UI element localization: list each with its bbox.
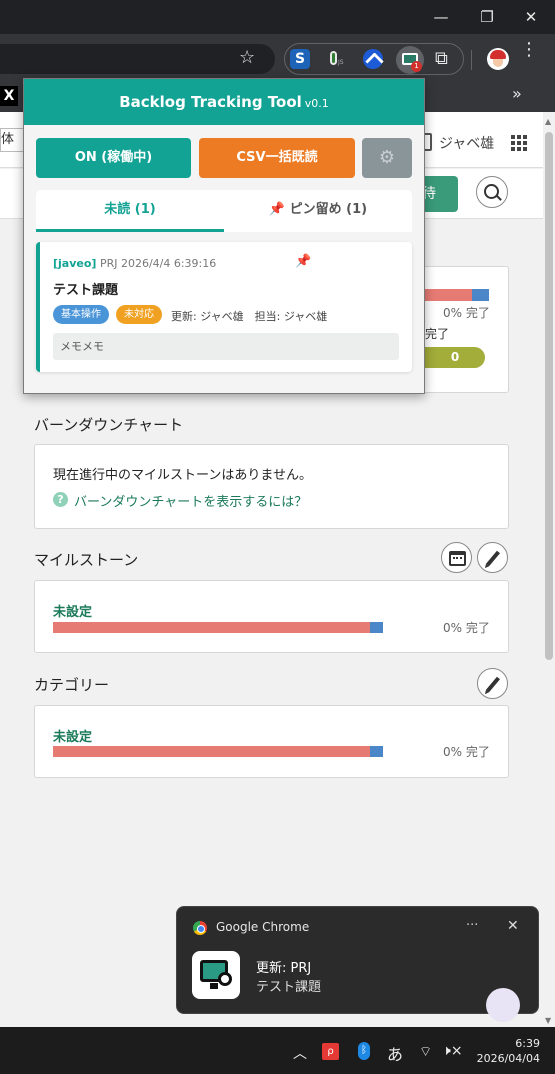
volume-muted-icon[interactable]: 🕨× [442,1043,463,1059]
ime-indicator[interactable]: あ [387,1041,403,1065]
toast-app-name: Google Chrome [216,920,310,934]
extension-js-icon[interactable]: JS [326,49,346,69]
milestone-unset-label[interactable]: 未設定 [53,601,92,620]
status-done-label: 完了 [425,327,450,341]
issue-memo-field[interactable]: メモメモ [53,333,399,360]
app-grid-icon[interactable] [511,135,527,151]
bluetooth-icon[interactable]: ᛒ [358,1042,370,1060]
calendar-icon [449,551,466,566]
backlog-tracking-logo [192,951,240,999]
milestone-progress-bar [53,622,383,633]
header-user-name[interactable]: ジャベ雄 [439,133,494,153]
issue-title[interactable]: テスト課題 [53,279,118,298]
issue-info: 更新: ジャベ雄 担当: ジャベ雄 [171,310,328,323]
toggle-on-button[interactable]: ON (稼働中) [36,138,191,178]
maximize-button[interactable]: ❐ [476,6,498,28]
extensions-puzzle-icon[interactable]: ⧉ [435,48,448,69]
extension-arc-icon[interactable] [363,49,383,69]
status-done-count[interactable]: 0 [425,347,485,368]
issue-user: [javeo] [53,257,97,270]
taskbar-clock[interactable]: 6:39 2026/04/04 [470,1036,540,1066]
help-icon: ? [53,492,68,507]
x-bookmark-icon[interactable]: X [0,86,18,106]
scrollbar-thumb[interactable] [545,132,553,660]
tray-app-icon[interactable]: ρ [322,1043,339,1060]
category-card [34,705,509,778]
category-progress-bar [53,746,383,757]
pencil-icon [486,676,500,693]
notification-toast[interactable]: Google Chrome ··· ✕ 更新: PRJ テスト課題 [176,906,539,1014]
chrome-icon [193,921,207,935]
profile-avatar[interactable] [487,48,509,70]
scroll-up-arrow-icon[interactable]: ▲ [545,117,551,126]
wifi-icon[interactable]: ⌔ [419,1043,432,1061]
category-title: カテゴリー [34,676,110,694]
browser-menu-icon[interactable]: ⋮ [520,41,538,59]
popup-tabs: 未読 (1) 📌 ピン留め (1) [36,190,412,232]
address-bar[interactable] [0,44,275,74]
burndown-help-link[interactable]: バーンダウンチャートを表示するには？ [74,491,307,510]
csv-mark-read-button[interactable]: CSV一括既読 [199,138,355,178]
show-hidden-icons-icon[interactable]: ︿ [293,1043,307,1063]
edit-category-button[interactable] [477,668,508,699]
milestone-percent: 0% 完了 [443,621,490,635]
minimize-button[interactable]: — [430,6,452,28]
edit-milestone-button[interactable] [477,542,508,573]
issue-pin-icon[interactable]: 📌 [295,254,311,269]
category-unset-label[interactable]: 未設定 [53,726,92,745]
tab-pinned-label: ピン留め (1) [289,202,368,217]
clock-time: 6:39 [515,1037,540,1050]
burndown-card [34,444,509,529]
watch-button[interactable]: 待 [420,176,458,212]
search-icon[interactable] [476,176,508,208]
settings-gear-icon[interactable]: ⚙ [362,138,412,178]
pencil-icon [486,550,500,567]
notification-badge: 1 [411,61,422,72]
bookmark-star-icon[interactable]: ☆ [239,47,255,68]
issue-meta-text: PRJ 2026/4/4 6:39:16 [99,257,217,270]
pin-icon: 📌 [268,202,286,217]
bookmarks-overflow-icon[interactable]: » [512,84,522,103]
milestone-card [34,580,509,653]
tab-unread[interactable]: 未読 (1) [36,190,224,232]
popup-title: Backlog Tracking Tool [119,93,302,111]
toolbar-divider [471,50,472,70]
category-percent: 0% 完了 [443,745,490,759]
floating-action-button[interactable] [486,988,520,1022]
issue-category-tag: 基本操作 [53,305,109,324]
toast-more-icon[interactable]: ··· [466,918,478,933]
close-window-button[interactable]: ✕ [520,6,542,28]
milestone-title: マイルストーン [34,551,139,569]
extension-popup: Backlog Tracking Tool v0.1 ON (稼働中) CSV一括… [23,78,425,394]
issue-status-tag: 未対応 [116,305,162,324]
window-titlebar [0,0,555,34]
burndown-message: 現在進行中のマイルストーンはありません。 [53,468,312,483]
calendar-button[interactable] [441,542,472,573]
status-percent: 0% 完了 [443,306,490,320]
popup-version: v0.1 [304,97,329,110]
popup-header: Backlog Tracking Tool v0.1 [24,79,424,125]
issue-meta: [javeo] PRJ 2026/4/4 6:39:16 [53,257,216,270]
toast-line-2: テスト課題 [256,980,322,995]
toast-line-1: 更新: PRJ [256,961,312,976]
tab-pinned[interactable]: 📌 ピン留め (1) [224,190,412,232]
status-progress-bar [425,289,489,301]
issue-card[interactable]: [javeo] PRJ 2026/4/4 6:39:16 📌 テスト課題 基本操… [36,242,412,372]
toast-close-icon[interactable]: ✕ [507,918,519,934]
backlog-tracking-extension-icon[interactable]: 1 [396,46,424,74]
scroll-down-arrow-icon[interactable]: ▼ [545,1016,551,1025]
burndown-title: バーンダウンチャート [34,416,184,434]
clock-date: 2026/04/04 [476,1052,540,1065]
extension-s-icon[interactable]: S [290,49,310,69]
